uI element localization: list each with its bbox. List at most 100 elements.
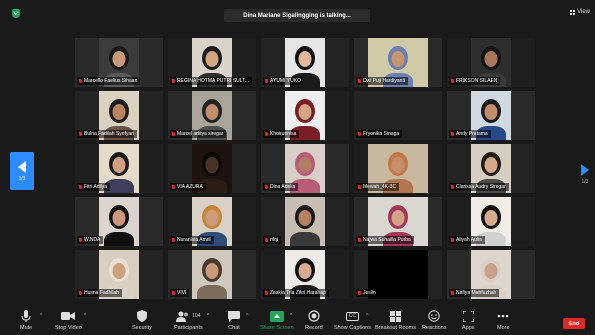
participant-name: rifqi bbox=[270, 237, 279, 243]
participant-name-label: Fitri Adilya bbox=[77, 183, 111, 191]
participant-tile[interactable]: Aliyah Aulia bbox=[447, 197, 535, 246]
view-button[interactable]: View bbox=[570, 9, 590, 15]
muted-microphone-icon bbox=[265, 237, 268, 243]
participant-figure-face bbox=[112, 263, 126, 279]
share-screen-button[interactable]: Share Screen bbox=[260, 309, 294, 331]
security-button[interactable]: Security bbox=[132, 309, 152, 331]
participant-figure-face bbox=[484, 104, 498, 120]
participant-figure-face bbox=[484, 157, 498, 173]
captions-options-chevron-icon[interactable]: ^ bbox=[366, 313, 368, 319]
active-speaker-banner: Dina Mariane Sigalingging is talking... bbox=[224, 9, 370, 22]
participant-tile[interactable]: VIVI bbox=[168, 250, 256, 299]
muted-microphone-icon bbox=[451, 290, 454, 296]
participant-name: Andy Pratama bbox=[456, 131, 488, 137]
page-indicator-right: 1/3 bbox=[581, 179, 589, 185]
participant-tile[interactable]: Khoirunnisa bbox=[261, 91, 349, 140]
participant-name-label: Marcel aditya siregar bbox=[170, 130, 227, 138]
participant-tile[interactable]: VIA AZURA bbox=[168, 144, 256, 193]
participant-figure-face bbox=[205, 157, 219, 173]
participant-name-label: Marcello Faelius Sihaan bbox=[77, 77, 141, 85]
participant-tile[interactable]: Dwi Puji Hardiyanti bbox=[354, 38, 442, 87]
participant-tile[interactable]: Fryonika Sinaga bbox=[354, 91, 442, 140]
end-meeting-button[interactable]: End bbox=[563, 318, 585, 329]
participant-tile[interactable]: Andy Pratama bbox=[447, 91, 535, 140]
participant-figure-face bbox=[298, 263, 312, 279]
participant-tile[interactable]: Najwa Suhailla Purba bbox=[354, 197, 442, 246]
security-shield-icon[interactable] bbox=[12, 9, 20, 18]
participant-figure-body bbox=[383, 285, 413, 299]
participant-tile[interactable]: Jeslin bbox=[354, 250, 442, 299]
participant-tile[interactable]: AYUMI YUKO bbox=[261, 38, 349, 87]
participants-options-chevron-icon[interactable]: ^ bbox=[207, 313, 209, 319]
participant-tile[interactable]: FRIKSON SILAEN bbox=[447, 38, 535, 87]
muted-microphone-icon bbox=[265, 131, 268, 137]
video-options-chevron-icon[interactable]: ^ bbox=[84, 313, 86, 319]
video-camera-icon bbox=[61, 309, 76, 323]
participant-tile[interactable]: Fitri Adilya bbox=[75, 144, 163, 193]
next-page-button[interactable]: 1/3 bbox=[581, 164, 589, 185]
muted-microphone-icon bbox=[79, 184, 82, 190]
meeting-toolbar: Mute ^ Stop Video ^ Security 104 Partici… bbox=[0, 307, 595, 335]
apps-label: Apps bbox=[462, 325, 475, 331]
share-options-chevron-icon[interactable]: ^ bbox=[290, 313, 292, 319]
participant-tile[interactable]: REGINA HOTMA PUTRI SULT... bbox=[168, 38, 256, 87]
previous-page-button[interactable]: 1/3 bbox=[10, 152, 34, 190]
participant-tile[interactable]: W.NDA bbox=[75, 197, 163, 246]
participant-figure-face bbox=[112, 157, 126, 173]
participant-figure-face bbox=[298, 210, 312, 226]
participant-name: Mewah_4K-3C bbox=[363, 184, 397, 190]
muted-microphone-icon bbox=[358, 237, 361, 243]
participant-name-label: Husna Fadhilah bbox=[77, 289, 123, 297]
participant-name: VIVI bbox=[177, 290, 187, 296]
stop-video-label: Stop Video bbox=[55, 325, 82, 331]
reactions-label: Reactions bbox=[422, 325, 447, 331]
muted-microphone-icon bbox=[79, 290, 82, 296]
muted-microphone-icon bbox=[451, 78, 454, 84]
participant-tile[interactable]: Clarissa Audry Siregar bbox=[447, 144, 535, 193]
reactions-button[interactable]: Reactions bbox=[422, 309, 446, 331]
apps-icon bbox=[462, 309, 474, 323]
participant-name-label: rifqi bbox=[263, 236, 282, 244]
participants-button[interactable]: 104 Participants bbox=[174, 309, 203, 331]
participant-tile[interactable]: Mewah_4K-3C bbox=[354, 144, 442, 193]
participant-tile[interactable]: Dina Adelia bbox=[261, 144, 349, 193]
participant-name-label: Andy Pratama bbox=[449, 130, 491, 138]
participant-name: Dina Adelia bbox=[270, 184, 296, 190]
apps-button[interactable]: Apps bbox=[462, 309, 475, 331]
participant-tile[interactable]: Nafiya Mahfuzhah bbox=[447, 250, 535, 299]
cc-glyph: CC bbox=[345, 311, 360, 321]
captions-icon: CC bbox=[345, 309, 360, 323]
chat-options-chevron-icon[interactable]: ^ bbox=[246, 313, 248, 319]
more-button[interactable]: More bbox=[497, 309, 510, 331]
mute-label: Mute bbox=[20, 325, 33, 331]
smiley-icon bbox=[428, 309, 440, 323]
participant-tile[interactable]: Marcello Faelius Sihaan bbox=[75, 38, 163, 87]
participant-name-label: Nafiya Mahfuzhah bbox=[449, 289, 500, 297]
breakout-rooms-label: Breakout Rooms bbox=[375, 325, 416, 331]
participant-figure-face bbox=[298, 104, 312, 120]
participant-name: Marcello Faelius Sihaan bbox=[84, 78, 138, 84]
chat-button[interactable]: Chat bbox=[228, 309, 240, 331]
share-screen-icon bbox=[269, 310, 284, 322]
breakout-rooms-button[interactable]: Breakout Rooms bbox=[375, 309, 416, 331]
mute-options-chevron-icon[interactable]: ^ bbox=[40, 313, 42, 319]
record-button[interactable]: Record bbox=[305, 309, 323, 331]
participant-figure-face bbox=[205, 263, 219, 279]
participant-tile[interactable]: Husna Fadhilah bbox=[75, 250, 163, 299]
stop-video-button[interactable]: Stop Video bbox=[55, 309, 82, 331]
participant-tile[interactable]: Bulna Fadilah Syofyan bbox=[75, 91, 163, 140]
show-captions-label: Show Captions bbox=[334, 325, 371, 331]
participant-tile[interactable]: Nuranisia Amril bbox=[168, 197, 256, 246]
muted-microphone-icon bbox=[451, 184, 454, 190]
participant-tile[interactable]: Zaskia Tria Zikri Harahap bbox=[261, 250, 349, 299]
participant-name-label: Jeslin bbox=[356, 289, 379, 297]
view-label: View bbox=[577, 9, 590, 15]
mute-button[interactable]: Mute bbox=[20, 309, 32, 331]
participant-tile[interactable]: rifqi bbox=[261, 197, 349, 246]
muted-microphone-icon bbox=[265, 184, 268, 190]
participant-name: Clarissa Audry Siregar bbox=[456, 184, 506, 190]
participant-name-label: AYUMI YUKO bbox=[263, 77, 304, 85]
participant-tile[interactable]: Marcel aditya siregar bbox=[168, 91, 256, 140]
muted-microphone-icon bbox=[79, 131, 82, 137]
participant-name-label: Zaskia Tria Zikri Harahap bbox=[263, 289, 329, 297]
